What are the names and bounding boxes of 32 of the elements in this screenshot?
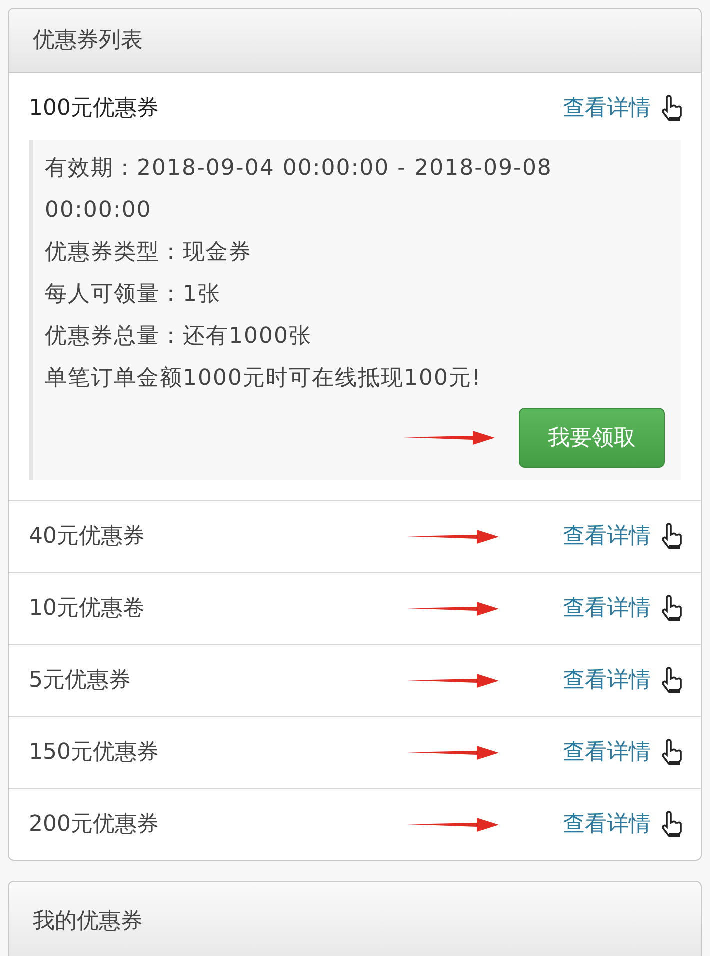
pointing-hand-icon xyxy=(659,94,685,122)
panel-title: 优惠券列表 xyxy=(33,27,143,55)
coupon-row[interactable]: 200元优惠券 查看详情 xyxy=(9,788,701,860)
detail-text: 每人可领量：1张 xyxy=(45,281,222,309)
coupon-name: 40元优惠券 xyxy=(29,523,145,551)
panel-title: 我的优惠券 xyxy=(33,908,143,936)
coupon-row[interactable]: 5元优惠券 查看详情 xyxy=(9,644,701,716)
pointing-hand-icon xyxy=(659,594,685,622)
details-link[interactable]: 查看详情 xyxy=(563,92,651,125)
details-link[interactable]: 查看详情 xyxy=(563,592,651,625)
pointing-hand-icon xyxy=(659,810,685,838)
detail-text: 有效期：2018-09-04 00:00:00 - 2018-09-08 00:00:00 xyxy=(45,155,554,225)
detail-text: 优惠券类型：现金券 xyxy=(45,239,253,267)
details-link[interactable]: 查看详情 xyxy=(563,736,651,769)
coupon-row[interactable]: 10元优惠卷 查看详情 xyxy=(9,572,701,644)
coupon-row[interactable]: 150元优惠券 查看详情 xyxy=(9,716,701,788)
coupon-name: 10元优惠卷 xyxy=(29,595,145,623)
coupon-row[interactable]: 100元优惠券 查看详情 有效期：2018-09-04 00:00:00 - 2018-09-08 00:00:00 优惠券类型：现金券 每人可领量：1张 优惠券总量：还有1000张 单笔订单金额1000元时可在线抵现100元! 我要领取 xyxy=(9,73,701,480)
claim-button[interactable]: 我要领取 xyxy=(519,408,665,468)
details-link[interactable]: 查看详情 xyxy=(563,520,651,553)
coupon-name: 5元优惠券 xyxy=(29,667,131,695)
coupon-row[interactable]: 40元优惠券 查看详情 xyxy=(9,500,701,572)
pointing-hand-icon xyxy=(659,738,685,766)
detail-text: 优惠券总量：还有1000张 xyxy=(45,323,313,351)
coupon-name: 100元优惠券 xyxy=(29,95,159,123)
coupon-name: 150元优惠券 xyxy=(29,739,159,767)
coupon-name: 200元优惠券 xyxy=(29,811,159,839)
details-link[interactable]: 查看详情 xyxy=(563,808,651,841)
pointing-hand-icon xyxy=(659,522,685,550)
details-link[interactable]: 查看详情 xyxy=(563,664,651,697)
detail-text: 单笔订单金额1000元时可在线抵现100元! xyxy=(45,365,483,393)
pointing-hand-icon xyxy=(659,666,685,694)
